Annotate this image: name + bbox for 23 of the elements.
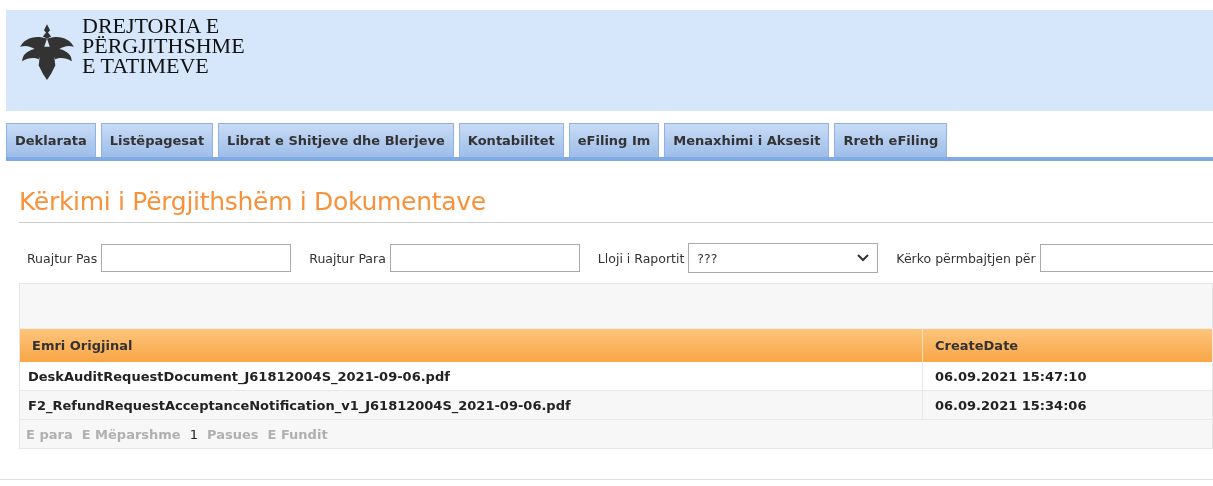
nav-tab[interactable]: Kontabilitet bbox=[458, 123, 564, 157]
filter-label: Kërko përmbajtjen për bbox=[896, 250, 1036, 266]
filter-label: Ruajtur Para bbox=[309, 250, 386, 266]
logo-text-line: PËRGJITHSHME bbox=[82, 36, 245, 56]
nav-tab[interactable]: Deklarata bbox=[6, 123, 96, 157]
filter-label: Ruajtur Pas bbox=[27, 250, 98, 266]
input-field[interactable] bbox=[389, 244, 580, 272]
filter-label: Lloji i Raportit bbox=[597, 250, 685, 266]
report-type-dropdown[interactable]: ??? bbox=[688, 243, 879, 273]
page-title: Kërkimi i Përgjithshëm i Dokumentave bbox=[19, 187, 1213, 223]
column-header[interactable]: CreateDate bbox=[923, 329, 1212, 362]
logo-text-line: E TATIMEVE bbox=[82, 56, 210, 76]
nav-tab[interactable]: eFiling Im bbox=[568, 123, 660, 157]
input-field[interactable] bbox=[101, 244, 292, 272]
pager-link[interactable]: 1 bbox=[189, 426, 198, 442]
nav-tab[interactable]: Menaxhimi i Aksesit bbox=[664, 123, 830, 157]
chevron-down-icon bbox=[857, 254, 870, 262]
nav-tab[interactable]: Librat e Shitjeve dhe Blerjeve bbox=[218, 123, 454, 157]
input-field[interactable] bbox=[1039, 244, 1213, 272]
nav-tab[interactable]: Listëpagesat bbox=[100, 123, 214, 157]
nav-tab[interactable]: Rreth eFiling bbox=[834, 123, 948, 157]
logo-text-line: DREJTORIA E bbox=[82, 16, 220, 36]
column-header[interactable]: Emri Origjinal bbox=[20, 329, 923, 362]
